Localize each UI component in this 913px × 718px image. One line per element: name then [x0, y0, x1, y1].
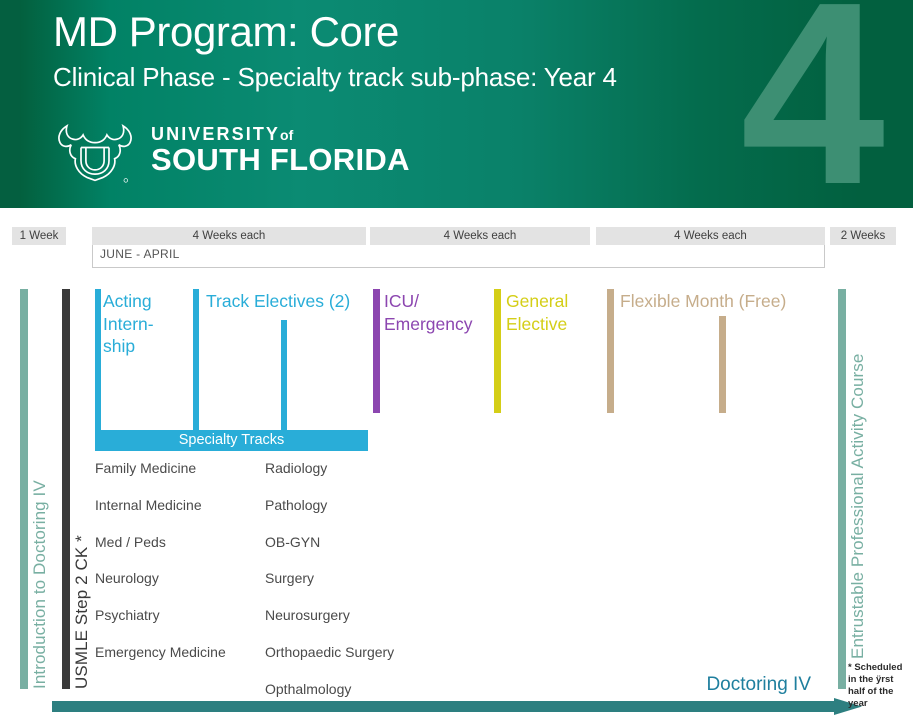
specialty-item-col1-5: Emergency Medicine [95, 644, 226, 660]
bar-entrustable-professional-activity-course [838, 289, 846, 689]
specialty-item-col2-1: Pathology [265, 496, 328, 513]
specialty-item-col2-0: Radiology [265, 460, 328, 476]
specialty-item-col1-0: Family Medicine [95, 460, 197, 476]
label-introduction-to-doctoring: Introduction to Doctoring IV [30, 480, 49, 689]
bar-track-elective-1 [193, 289, 199, 431]
specialty-item-col2-2: OB-GYN [265, 533, 321, 550]
label-icu-emergency: ICU/ Emergency [384, 291, 473, 334]
curriculum-timeline-chart: Introduction to Doctoring IV USMLE Step … [0, 0, 913, 718]
doctoring-iv-label: Doctoring IV [706, 674, 811, 695]
bar-general-elective [494, 289, 501, 413]
bar-flexible-month-1 [607, 289, 614, 413]
specialty-item-col2-3: Surgery [265, 570, 315, 587]
specialty-item-col2-4: Neurosurgery [265, 607, 350, 624]
specialty-item-col2-5: Orthopaedic Surgery [265, 644, 395, 660]
specialty-item-col1-2: Med / Peds [95, 533, 166, 550]
label-general-elective: General Elective [506, 291, 569, 334]
bar-icu-emergency [373, 289, 380, 413]
bar-introduction-to-doctoring [20, 289, 28, 689]
label-track-electives: Track Electives (2) [206, 291, 351, 311]
bar-acting-internship [95, 289, 101, 431]
specialty-tracks-band: Specialty Tracks [95, 430, 368, 451]
label-acting-internship: Acting Intern- ship [103, 291, 154, 356]
label-flexible-month: Flexible Month (Free) [620, 291, 787, 311]
specialty-item-col2-6: Opthalmology [265, 680, 352, 697]
slide-canvas: 4 MD Program: Core Clinical Phase - Spec… [0, 0, 913, 718]
specialty-item-col1-1: Internal Medicine [95, 496, 202, 513]
specialty-item-col1-3: Neurology [95, 570, 159, 587]
doctoring-iv-arrow [52, 698, 862, 716]
footnote-text: * Scheduled in the ÿrst half of the year [848, 662, 903, 709]
bar-usmle-step-2-ck [62, 289, 70, 689]
specialty-item-col1-4: Psychiatry [95, 607, 160, 624]
bar-flexible-month-2 [719, 316, 726, 413]
label-usmle-step-2-ck: USMLE Step 2 CK * [72, 535, 91, 689]
label-entrustable-professional-activity-course: Entrustable Professional Activity Course [848, 353, 867, 659]
bar-track-elective-2 [281, 320, 287, 431]
